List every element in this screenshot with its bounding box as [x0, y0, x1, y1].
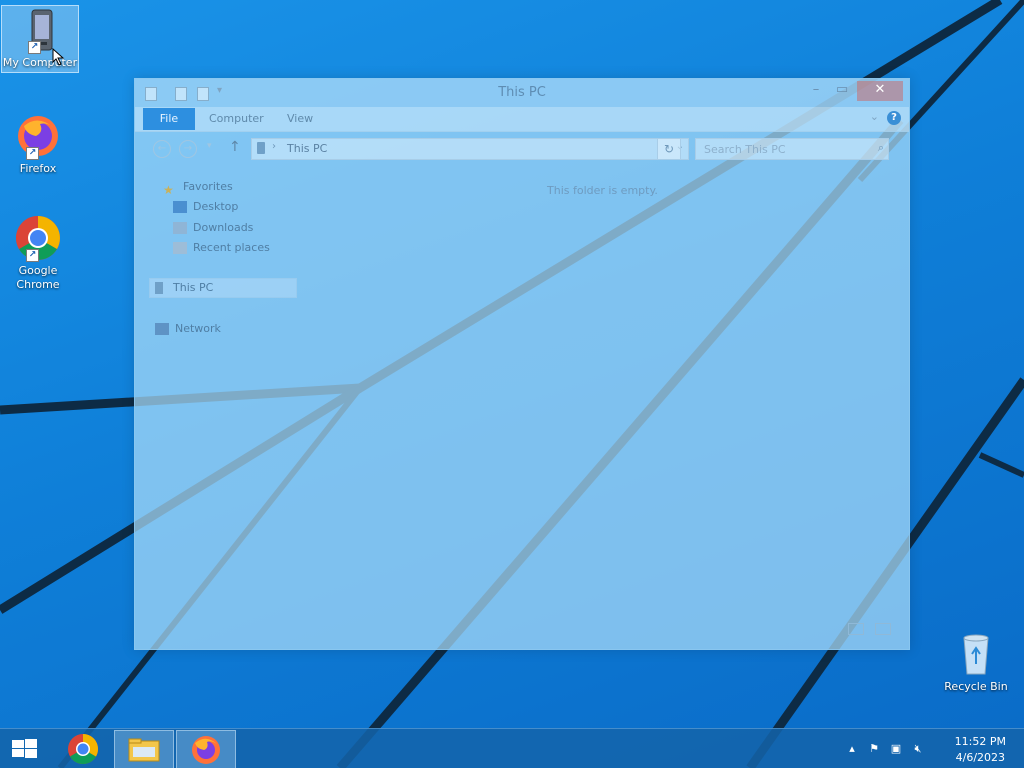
taskbar: ▴ ⚑ ▣ 🔇︎ 11:52 PM 4/6/2023: [0, 728, 1024, 768]
this-pc-icon: [257, 142, 265, 154]
file-explorer-icon: [128, 738, 160, 762]
large-icons-view-icon[interactable]: [875, 623, 891, 635]
shortcut-arrow-icon: ↗: [26, 249, 39, 262]
shortcut-arrow-icon: ↗: [26, 147, 39, 160]
search-input[interactable]: [702, 141, 866, 157]
nav-label: This PC: [173, 281, 214, 294]
maximize-button[interactable]: ▭: [829, 81, 855, 101]
firefox-icon: [192, 736, 220, 764]
recent-locations-icon[interactable]: ▾: [207, 141, 212, 151]
nav-recent-places[interactable]: Recent places: [173, 239, 270, 257]
navigation-bar: ← → ▾ ↑ › This PC ⌄ ↻ ⌕: [135, 134, 909, 162]
windows-logo-icon: [12, 739, 37, 758]
system-tray: ▴ ⚑ ▣ 🔇︎ 11:52 PM 4/6/2023: [844, 729, 1024, 768]
this-pc-icon: [155, 282, 163, 294]
nav-desktop[interactable]: Desktop: [173, 198, 238, 216]
nav-this-pc[interactable]: This PC: [155, 279, 213, 297]
clock-time: 11:52 PM: [954, 735, 1006, 748]
volume-muted-icon[interactable]: 🔇︎: [910, 741, 926, 757]
desktop-icon-label: Google Chrome: [16, 264, 60, 291]
address-bar[interactable]: › This PC ⌄: [251, 138, 689, 160]
network-icon[interactable]: ▣: [888, 741, 904, 757]
desktop: ↗ My Computer ↗ Firefox ↗ Google Chrome …: [0, 0, 1024, 768]
desktop-folder-icon: [173, 201, 187, 213]
nav-label: Desktop: [193, 200, 239, 213]
downloads-folder-icon: [173, 222, 187, 234]
expand-ribbon-icon[interactable]: ⌄: [870, 110, 879, 123]
desktop-icon-label: Recycle Bin: [944, 680, 1008, 693]
taskbar-firefox[interactable]: [176, 730, 236, 768]
details-view-icon[interactable]: [847, 623, 864, 635]
chrome-icon: [68, 734, 99, 765]
minimize-button[interactable]: –: [803, 81, 829, 101]
file-explorer-window[interactable]: ▾ This PC – ▭ ✕ File Computer View ⌄ ? ←…: [134, 78, 910, 650]
window-title: This PC: [498, 85, 546, 100]
help-icon[interactable]: ?: [887, 111, 901, 125]
window-titlebar[interactable]: ▾ This PC – ▭ ✕: [135, 79, 909, 107]
close-button[interactable]: ✕: [857, 81, 903, 101]
taskbar-file-explorer[interactable]: [114, 730, 174, 768]
nav-label: Network: [175, 322, 221, 335]
tab-view[interactable]: View: [287, 108, 313, 130]
ribbon-tabs: File Computer View ⌄ ?: [135, 107, 909, 132]
desktop-icon-label: Firefox: [19, 162, 57, 175]
address-path[interactable]: This PC: [287, 142, 327, 155]
show-hidden-icons-icon[interactable]: ▴: [844, 741, 860, 757]
desktop-icon-firefox[interactable]: ↗ Firefox: [0, 112, 76, 176]
nav-label: Recent places: [193, 241, 270, 254]
nav-label: Downloads: [193, 221, 254, 234]
tab-computer[interactable]: Computer: [209, 108, 264, 130]
star-icon: ★: [163, 183, 174, 197]
desktop-icon-my-computer[interactable]: ↗ My Computer: [1, 5, 79, 73]
desktop-icon-recycle-bin[interactable]: Recycle Bin: [937, 630, 1015, 693]
nav-downloads[interactable]: Downloads: [173, 219, 253, 237]
forward-button[interactable]: →: [179, 140, 197, 158]
recycle-bin-icon: [952, 630, 1000, 678]
search-icon[interactable]: ⌕: [878, 141, 884, 155]
breadcrumb-chevron-icon[interactable]: ›: [272, 141, 276, 152]
shortcut-arrow-icon: ↗: [28, 41, 41, 54]
nav-network[interactable]: Network: [155, 320, 221, 338]
recent-places-icon: [173, 242, 187, 254]
up-button[interactable]: ↑: [229, 139, 241, 155]
desktop-icon-label: My Computer: [2, 56, 78, 69]
taskbar-chrome[interactable]: [54, 730, 112, 767]
tab-file[interactable]: File: [143, 108, 195, 130]
search-box[interactable]: ⌕: [695, 138, 889, 160]
my-computer-icon: ↗: [16, 6, 64, 54]
empty-folder-message: This folder is empty.: [547, 184, 658, 197]
nav-favorites[interactable]: ★ Favorites: [163, 178, 233, 197]
back-button[interactable]: ←: [153, 140, 171, 158]
refresh-button[interactable]: ↻: [657, 138, 681, 160]
network-icon: [155, 323, 169, 335]
clock[interactable]: 11:52 PM 4/6/2023: [955, 734, 1006, 766]
start-button[interactable]: [0, 729, 48, 768]
view-toggle-buttons: [842, 620, 891, 639]
clock-date: 4/6/2023: [955, 751, 1006, 764]
action-center-flag-icon[interactable]: ⚑: [866, 741, 882, 757]
navigation-pane: ★ Favorites Desktop Downloads Recent plac…: [149, 174, 301, 634]
mouse-cursor-icon: [52, 48, 65, 66]
firefox-icon: ↗: [14, 112, 62, 160]
desktop-icon-google-chrome[interactable]: ↗ Google Chrome: [0, 214, 76, 296]
nav-label: Favorites: [183, 180, 233, 193]
chrome-icon: ↗: [14, 214, 62, 262]
